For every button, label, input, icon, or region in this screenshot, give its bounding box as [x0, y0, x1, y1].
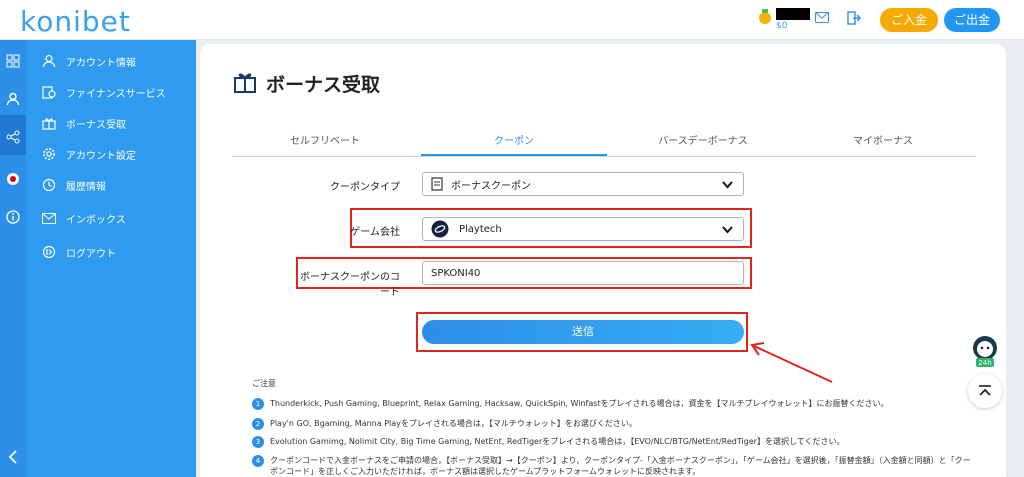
submit-button[interactable]: 送信 — [422, 320, 744, 344]
collapse-chevron-icon[interactable] — [4, 448, 22, 466]
grid-icon[interactable] — [4, 52, 22, 70]
note-item: 2 Play'n GO, Bgaming, Manna Playをプレイされる場… — [252, 418, 992, 430]
note-number: 4 — [252, 455, 264, 467]
sidebar-item-label: 履歴情報 — [66, 181, 106, 193]
logo[interactable]: konibet — [20, 5, 131, 38]
language-flag-icon[interactable] — [4, 170, 22, 188]
balance-amount: $0 — [776, 21, 788, 31]
note-text: クーポンコードで入金ボーナスをご申請の場合，【ボーナス受取】→【クーポン】より，… — [270, 456, 971, 476]
username-redacted — [776, 8, 810, 20]
note-text: Thunderkick, Push Gaming, Blueprint, Rel… — [270, 399, 889, 408]
page-title: ボーナス受取 — [266, 74, 381, 96]
note-text: Evolution Gamimg, Nolimit City, Big Time… — [270, 437, 845, 446]
sidebar-item-label: ファイナンスサービス — [66, 88, 166, 100]
mail-icon — [42, 212, 56, 224]
logout-icon — [42, 245, 56, 259]
note-item: 4 クーポンコードで入金ボーナスをご申請の場合，【ボーナス受取】→【クーポン】よ… — [252, 455, 972, 477]
annotation-arrow-icon — [750, 342, 833, 383]
deposit-button[interactable]: ご入金 — [880, 8, 938, 32]
chevron-down-icon — [722, 226, 733, 234]
tab-self-rebate[interactable]: セルフリベート — [232, 132, 418, 156]
gear-icon — [43, 148, 55, 160]
note-text: Play'n GO, Bgaming, Manna Playをプレイされる場合は… — [270, 419, 637, 428]
gift-icon — [234, 73, 256, 93]
gift-icon — [42, 118, 56, 130]
game-company-value: Playtech — [459, 223, 502, 235]
sidebar-item-inbox[interactable]: インボックス — [42, 208, 126, 228]
info-icon[interactable] — [4, 208, 22, 226]
scroll-to-top-button[interactable] — [968, 374, 1002, 408]
withdraw-button[interactable]: ご出金 — [944, 8, 1000, 32]
tab-my-bonus[interactable]: マイボーナス — [790, 132, 976, 156]
user-icon[interactable] — [4, 90, 22, 108]
main-card: ボーナス受取 セルフリベート クーポン バースデーボーナス マイボーナス クーポ… — [200, 44, 1006, 477]
chevron-down-icon — [722, 181, 733, 189]
finance-icon — [42, 86, 56, 99]
sidebar-item-account-info[interactable]: アカウント情報 — [42, 51, 136, 71]
coupon-icon — [431, 177, 443, 191]
sidebar-item-logout[interactable]: ログアウト — [42, 242, 116, 262]
note-number: 1 — [252, 398, 264, 410]
sidebar-item-settings[interactable]: アカウント設定 — [42, 144, 136, 164]
share-icon[interactable] — [4, 128, 22, 146]
note-number: 2 — [252, 418, 264, 430]
icon-rail — [0, 40, 26, 477]
coupon-code-value: SPKONI40 — [431, 267, 481, 279]
sidebar-item-label: ボーナス受取 — [66, 119, 126, 131]
game-company-select[interactable]: Playtech — [422, 217, 744, 241]
note-item: 3 Evolution Gamimg, Nolimit City, Big Ti… — [252, 436, 992, 448]
note-item: 1 Thunderkick, Push Gaming, Blueprint, R… — [252, 398, 992, 410]
game-company-label: ゲーム会社 — [350, 227, 400, 238]
support-24h-icon[interactable]: 24h — [968, 332, 1002, 368]
notes-title: ご注意 — [252, 379, 276, 388]
history-icon — [42, 178, 56, 192]
coupon-type-select[interactable]: ボーナスクーポン — [422, 172, 744, 196]
sidebar-item-label: アカウント情報 — [66, 57, 136, 69]
coupon-type-label: クーポンタイプ — [330, 182, 400, 193]
tab-coupon[interactable]: クーポン — [421, 132, 607, 156]
tab-birthday-bonus[interactable]: バースデーボーナス — [610, 132, 796, 156]
sidebar-item-history[interactable]: 履歴情報 — [42, 175, 106, 195]
mail-icon[interactable] — [815, 12, 829, 23]
sidebar-item-label: アカウント設定 — [66, 150, 136, 162]
coupon-code-input[interactable]: SPKONI40 — [422, 261, 744, 285]
sidebar-item-label: ログアウト — [66, 248, 116, 260]
sidebar-item-label: インボックス — [66, 214, 126, 226]
top-bar: konibet $0 ご入金 ご出金 — [0, 0, 1024, 40]
sidebar: アカウント情報 ファイナンスサービス ボーナス受取 アカウント設定 履歴情報 イ… — [26, 40, 196, 477]
coupon-type-value: ボーナスクーポン — [451, 180, 531, 192]
sidebar-item-finance[interactable]: ファイナンスサービス — [42, 82, 166, 102]
playtech-logo-icon — [431, 220, 449, 238]
user-icon — [42, 54, 56, 68]
bonus-tabs: セルフリベート クーポン バースデーボーナス マイボーナス — [232, 132, 976, 157]
chevron-up-icon — [979, 385, 991, 396]
logout-icon[interactable] — [847, 11, 861, 25]
svg-text:24h: 24h — [978, 359, 991, 367]
note-number: 3 — [252, 436, 264, 448]
coupon-code-label: ボーナスクーポンのコード — [300, 272, 400, 298]
coin-icon — [759, 9, 771, 24]
sidebar-item-bonus[interactable]: ボーナス受取 — [42, 113, 126, 133]
